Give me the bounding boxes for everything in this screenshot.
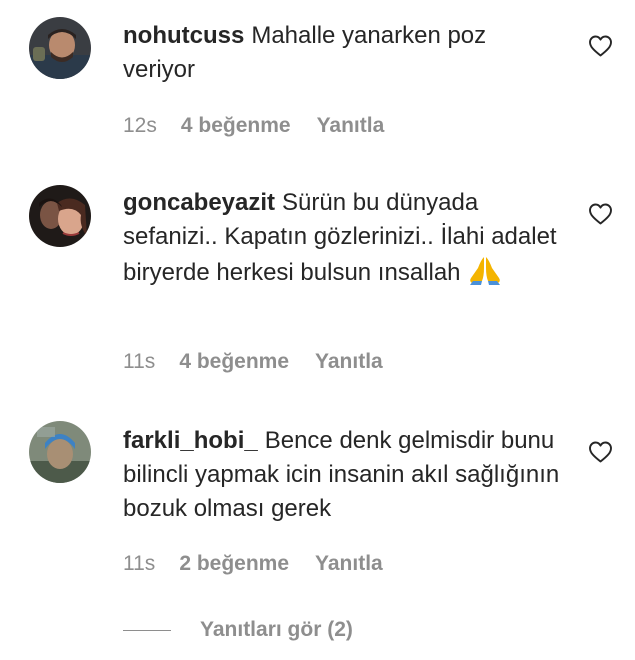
avatar-photo-icon [29, 421, 91, 483]
comment-likes[interactable]: 4 beğenme [179, 349, 289, 375]
folded-hands-emoji-icon [469, 257, 500, 285]
reply-button[interactable]: Yanıtla [315, 551, 383, 577]
comment-time[interactable]: 11s [123, 551, 155, 577]
comment-meta: 12s 4 beğenme Yanıtla [123, 113, 384, 139]
user-avatar[interactable] [29, 185, 91, 247]
comment-username[interactable]: goncabeyazit [123, 189, 275, 216]
user-avatar[interactable] [29, 421, 91, 483]
comment-time[interactable]: 11s [123, 349, 155, 375]
comment-text: farkli_hobi_ Bence denk gelmisdir bunu bi… [123, 424, 563, 526]
heart-outline-icon[interactable] [588, 203, 613, 225]
user-avatar[interactable] [29, 17, 91, 79]
comment-likes[interactable]: 2 beğenme [179, 551, 289, 577]
comment-time[interactable]: 12s [123, 113, 157, 139]
comment-text: nohutcuss Mahalle yanarken poz veriyor [123, 19, 563, 87]
avatar-photo-icon [29, 17, 91, 79]
comment-meta: 11s 4 beğenme Yanıtla [123, 349, 383, 375]
comment-text: goncabeyazit Sürün bu dünyada sefanizi.. … [123, 186, 563, 290]
avatar-photo-icon [29, 185, 91, 247]
view-replies-button[interactable]: Yanıtları gör (2) [123, 617, 353, 643]
heart-outline-icon[interactable] [588, 441, 613, 463]
comment-meta: 11s 2 beğenme Yanıtla [123, 551, 383, 577]
comment-username[interactable]: farkli_hobi_ [123, 427, 258, 454]
comment-username[interactable]: nohutcuss [123, 22, 244, 49]
view-replies-label: Yanıtları gör (2) [200, 618, 353, 641]
reply-button[interactable]: Yanıtla [317, 113, 385, 139]
heart-outline-icon[interactable] [588, 35, 613, 57]
reply-button[interactable]: Yanıtla [315, 349, 383, 375]
divider-line [123, 629, 171, 631]
comment-likes[interactable]: 4 beğenme [181, 113, 291, 139]
